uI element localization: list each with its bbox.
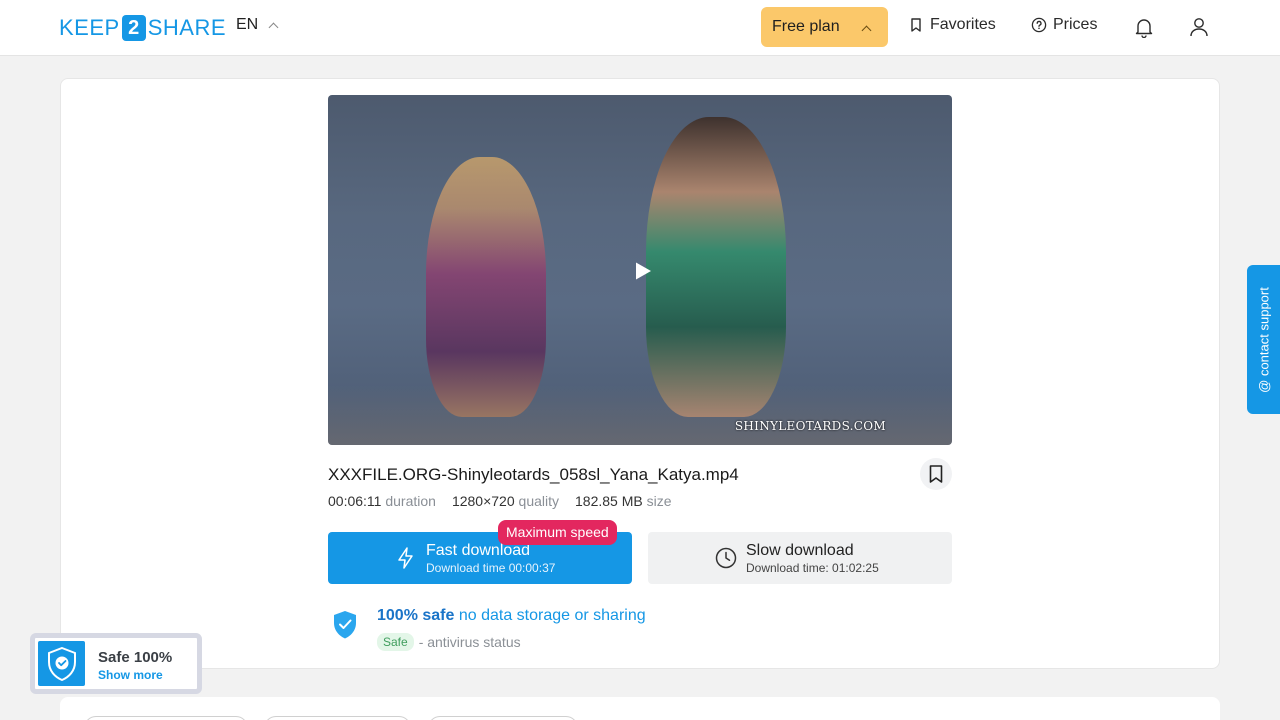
quality-unit: quality bbox=[518, 493, 559, 509]
language-selector[interactable]: EN bbox=[236, 16, 279, 34]
chevron-up-icon bbox=[861, 25, 872, 36]
slow-download-label: Slow download bbox=[746, 542, 854, 559]
antivirus-status-text: - antivirus status bbox=[418, 634, 521, 650]
contact-support-label: @ contact support bbox=[1256, 286, 1271, 393]
lower-tab-1[interactable] bbox=[84, 716, 248, 720]
video-preview[interactable]: SHINYLEOTARDS.COM bbox=[328, 95, 952, 445]
play-icon[interactable] bbox=[634, 261, 652, 281]
plan-dropdown-button[interactable]: Free plan bbox=[761, 7, 888, 47]
fast-download-time: Download time 00:00:37 bbox=[426, 561, 556, 575]
safe-widget-title: Safe 100% bbox=[98, 649, 173, 666]
plan-label: Free plan bbox=[772, 18, 840, 35]
shield-check-icon bbox=[334, 611, 356, 639]
chevron-up-icon bbox=[268, 22, 279, 32]
video-figure-left bbox=[426, 157, 546, 417]
slow-download-time: Download time: 01:02:25 bbox=[746, 561, 879, 575]
maximum-speed-badge: Maximum speed bbox=[498, 520, 617, 545]
duration-unit: duration bbox=[385, 493, 436, 509]
video-figure-right bbox=[646, 117, 786, 417]
safety-statement: 100% safe no data storage or sharing bbox=[377, 607, 646, 625]
logo-text-right: SHARE bbox=[147, 15, 226, 40]
top-header: KEEP 2 SHARE EN Free plan Favorites Pric… bbox=[0, 0, 1280, 56]
meta-duration: 00:06:11 duration bbox=[328, 493, 436, 509]
favorites-link[interactable]: Favorites bbox=[908, 16, 996, 34]
file-meta: 00:06:11 duration 1280×720 quality 182.8… bbox=[328, 493, 672, 509]
contact-support-tab[interactable]: @ contact support bbox=[1247, 265, 1280, 414]
antivirus-status: Safe - antivirus status bbox=[377, 633, 521, 651]
safe-widget-badge bbox=[38, 641, 85, 686]
clock-icon bbox=[715, 547, 737, 569]
lower-tab-2[interactable] bbox=[264, 716, 411, 720]
safety-rest-text: no data storage or sharing bbox=[458, 607, 646, 624]
antivirus-status-badge: Safe bbox=[377, 633, 414, 651]
logo-number: 2 bbox=[121, 15, 146, 41]
safe-100-widget[interactable]: Safe 100% Show more bbox=[30, 633, 202, 694]
quality-value: 1280×720 bbox=[451, 493, 515, 509]
bell-icon bbox=[1135, 19, 1153, 38]
account-button[interactable] bbox=[1186, 14, 1212, 40]
bookmark-icon bbox=[929, 465, 943, 483]
meta-quality: 1280×720 quality bbox=[452, 493, 559, 509]
prices-link[interactable]: Prices bbox=[1031, 16, 1097, 34]
prices-label: Prices bbox=[1053, 16, 1098, 33]
video-watermark: SHINYLEOTARDS.COM bbox=[734, 419, 886, 433]
help-circle-icon bbox=[1031, 17, 1047, 33]
show-more-link[interactable]: Show more bbox=[98, 668, 163, 682]
lightning-icon bbox=[398, 547, 413, 569]
lower-tab-3[interactable] bbox=[428, 716, 578, 720]
shield-check-icon bbox=[48, 647, 76, 681]
favorites-label: Favorites bbox=[930, 16, 996, 33]
duration-value: 00:06:11 bbox=[328, 493, 382, 509]
add-to-favorites-button[interactable] bbox=[920, 458, 952, 490]
keep2share-logo[interactable]: KEEP 2 SHARE bbox=[59, 13, 226, 43]
slow-download-button[interactable]: Slow download Download time: 01:02:25 bbox=[648, 532, 952, 584]
language-label: EN bbox=[236, 16, 259, 33]
user-icon bbox=[1190, 18, 1208, 37]
meta-size: 182.85 MB size bbox=[575, 493, 672, 509]
water-reflection bbox=[328, 385, 952, 445]
notifications-button[interactable] bbox=[1131, 14, 1157, 40]
size-unit: size bbox=[646, 493, 672, 509]
file-name: XXXFILE.ORG-Shinyleotards_058sl_Yana_Kat… bbox=[328, 465, 739, 484]
bookmark-icon bbox=[911, 18, 921, 32]
logo-text-left: KEEP bbox=[59, 15, 120, 40]
safety-strong-text: 100% safe bbox=[377, 607, 455, 624]
size-value: 182.85 MB bbox=[575, 493, 643, 509]
